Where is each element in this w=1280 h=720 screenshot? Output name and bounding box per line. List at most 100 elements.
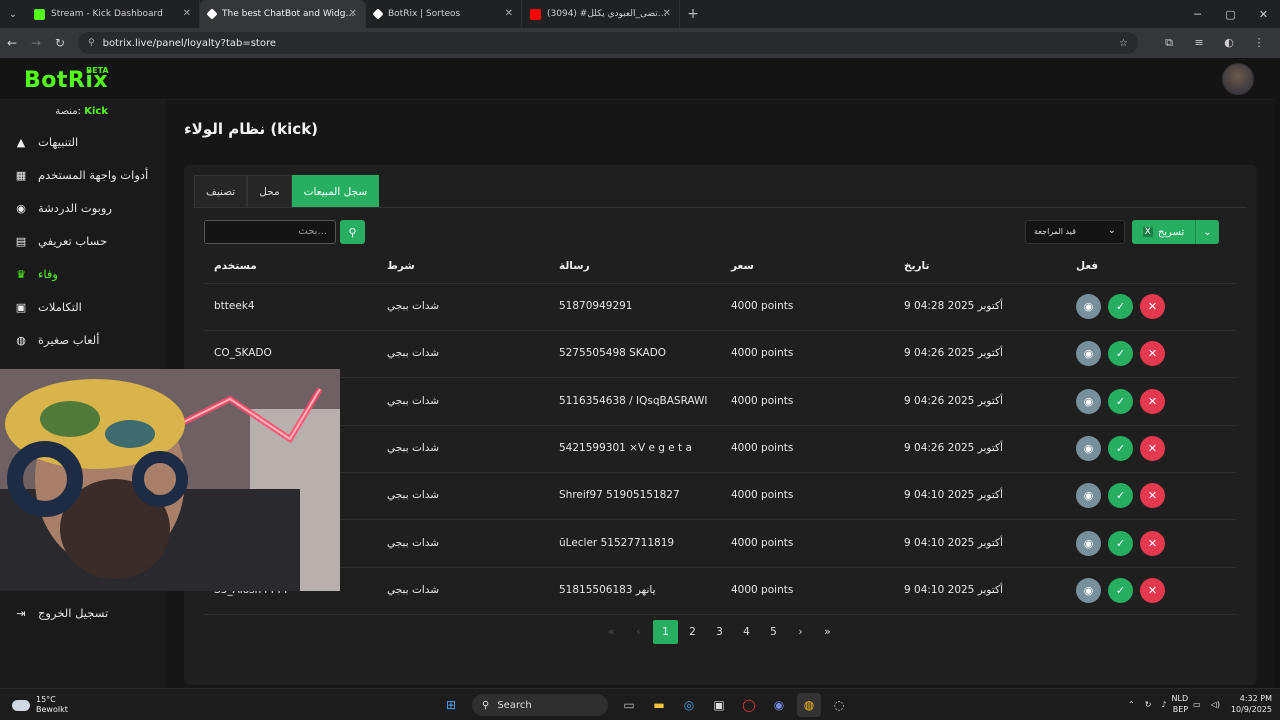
export-dropdown-button[interactable]: ⌄ bbox=[1195, 220, 1219, 244]
clock[interactable]: 4:32 PM 10/9/2025 bbox=[1231, 693, 1272, 715]
page-5[interactable]: 5 bbox=[761, 620, 786, 644]
media-icon[interactable]: ≡ bbox=[1184, 36, 1214, 50]
forward-icon[interactable]: → bbox=[24, 36, 48, 50]
reject-icon[interactable]: ✕ bbox=[1140, 388, 1165, 414]
profile-icon[interactable]: ◐ bbox=[1214, 36, 1244, 50]
page-4[interactable]: 4 bbox=[734, 620, 759, 644]
first-page-icon[interactable]: « bbox=[599, 620, 624, 644]
browser-tab-botrix[interactable]: The best ChatBot and Widgets ✕ bbox=[200, 0, 366, 28]
chevron-up-icon[interactable]: ⌃ bbox=[1128, 700, 1135, 709]
sidebar-item-profile[interactable]: حساب تعريفي ▤ bbox=[0, 226, 166, 256]
reject-icon[interactable]: ✕ bbox=[1140, 577, 1165, 603]
close-tab-icon[interactable]: ✕ bbox=[505, 8, 513, 19]
approve-icon[interactable]: ✓ bbox=[1108, 341, 1133, 367]
start-icon[interactable]: ⊞ bbox=[439, 693, 463, 717]
discord-icon[interactable]: ◉ bbox=[767, 693, 791, 717]
tab-leaderboard[interactable]: تصنيف bbox=[194, 175, 248, 207]
reject-icon[interactable]: ✕ bbox=[1140, 483, 1165, 509]
sidebar-item-label: تسجيل الخروج bbox=[38, 606, 109, 620]
opera-icon[interactable]: ◯ bbox=[737, 693, 761, 717]
cell-date: 9 أكتوبر 2025 04:28 bbox=[904, 300, 1003, 312]
search-input[interactable]: ...بحث bbox=[204, 220, 336, 244]
chrome-icon[interactable]: ◍ bbox=[797, 693, 821, 717]
sidebar-item-chatbot[interactable]: روبوت الدردشة ◉ bbox=[0, 193, 166, 223]
browser-tab-sorteos[interactable]: BotRix | Sorteos ✕ bbox=[366, 0, 522, 28]
cell-condition: شدات ببجي bbox=[387, 489, 440, 502]
page-2[interactable]: 2 bbox=[680, 620, 705, 644]
reject-icon[interactable]: ✕ bbox=[1140, 530, 1165, 556]
approve-icon[interactable]: ✓ bbox=[1108, 483, 1133, 509]
page-1[interactable]: 1 bbox=[653, 620, 678, 644]
sidebar-item-logout[interactable]: تسجيل الخروج ⇥ bbox=[0, 598, 166, 628]
search-button[interactable]: ⚲ bbox=[340, 220, 365, 244]
prev-page-icon[interactable]: ‹ bbox=[626, 620, 651, 644]
reload-icon[interactable]: ↻ bbox=[48, 36, 72, 50]
tab-sales-log[interactable]: سجل المبيعات bbox=[291, 175, 380, 207]
volume-icon[interactable]: ◁) bbox=[1211, 700, 1220, 709]
sidebar-item-alerts[interactable]: التنبيهات ▲ bbox=[0, 127, 166, 157]
approve-icon[interactable]: ✓ bbox=[1108, 577, 1133, 603]
view-icon[interactable]: ◉ bbox=[1076, 341, 1101, 367]
tab-search-icon[interactable]: ⌄ bbox=[0, 0, 26, 28]
reject-icon[interactable]: ✕ bbox=[1140, 435, 1165, 461]
new-tab-icon[interactable]: + bbox=[680, 6, 706, 22]
task-view-icon[interactable]: ▭ bbox=[617, 693, 641, 717]
user-avatar[interactable] bbox=[1222, 63, 1254, 95]
view-icon[interactable]: ◉ bbox=[1076, 530, 1101, 556]
webcam-image bbox=[0, 369, 340, 591]
view-icon[interactable]: ◉ bbox=[1076, 483, 1101, 509]
extensions-icon[interactable]: ⧉ bbox=[1154, 36, 1184, 50]
reject-icon[interactable]: ✕ bbox=[1140, 294, 1165, 319]
view-icon[interactable]: ◉ bbox=[1076, 388, 1101, 414]
close-tab-icon[interactable]: ✕ bbox=[183, 8, 191, 19]
url-field[interactable]: ⚲ botrix.live/panel/loyalty?tab=store ☆ bbox=[78, 32, 1138, 54]
platform-indicator: منصة: Kick bbox=[55, 106, 108, 117]
approve-icon[interactable]: ✓ bbox=[1108, 435, 1133, 461]
table-row: شدات ببجي ūLecler 51527711819 4000 points 9… bbox=[204, 520, 1237, 568]
store-icon[interactable]: ▣ bbox=[707, 693, 731, 717]
back-icon[interactable]: ← bbox=[0, 36, 24, 50]
close-tab-icon[interactable]: ✕ bbox=[663, 8, 671, 19]
network-icon[interactable]: ▭ bbox=[1193, 700, 1201, 709]
approve-icon[interactable]: ✓ bbox=[1108, 530, 1133, 556]
sidebar-item-loyalty[interactable]: وفاء ♛ bbox=[0, 259, 166, 289]
sidebar-item-minigames[interactable]: ألعاب صغيرة ◍ bbox=[0, 325, 166, 355]
file-explorer-icon[interactable]: ▬ bbox=[647, 693, 671, 717]
reject-icon[interactable]: ✕ bbox=[1140, 341, 1165, 367]
browser-tab-youtube[interactable]: (3094) #مرتضى_العبودي يكلل... ✕ bbox=[522, 0, 680, 28]
bookmark-star-icon[interactable]: ☆ bbox=[1119, 38, 1128, 49]
approve-icon[interactable]: ✓ bbox=[1108, 294, 1133, 319]
column-header-message: رسالة bbox=[559, 260, 590, 272]
next-page-icon[interactable]: › bbox=[788, 620, 813, 644]
view-icon[interactable]: ◉ bbox=[1076, 294, 1101, 319]
close-window-icon[interactable]: ✕ bbox=[1247, 8, 1280, 21]
browser-tab-kick[interactable]: Stream - Kick Dashboard ✕ bbox=[26, 0, 200, 28]
mic-icon[interactable]: ♪ bbox=[1161, 700, 1166, 709]
sidebar-item-widgets[interactable]: أدوات واجهة المستخدم ▦ bbox=[0, 160, 166, 190]
site-info-icon[interactable]: ⚲ bbox=[88, 38, 95, 48]
last-page-icon[interactable]: » bbox=[815, 620, 840, 644]
view-icon[interactable]: ◉ bbox=[1076, 577, 1101, 603]
page-3[interactable]: 3 bbox=[707, 620, 732, 644]
sidebar-item-label: التنبيهات bbox=[38, 135, 79, 149]
minimize-icon[interactable]: ─ bbox=[1181, 8, 1214, 21]
maximize-icon[interactable]: ▢ bbox=[1214, 8, 1247, 21]
chevron-down-icon: ⌄ bbox=[1107, 225, 1116, 236]
taskbar-search[interactable]: ⚲ Search bbox=[472, 694, 608, 716]
edge-icon[interactable]: ◎ bbox=[677, 693, 701, 717]
sidebar-item-integrations[interactable]: التكاملات ▣ bbox=[0, 292, 166, 322]
view-icon[interactable]: ◉ bbox=[1076, 435, 1101, 461]
tab-store[interactable]: محل bbox=[247, 175, 292, 207]
approve-icon[interactable]: ✓ bbox=[1108, 388, 1133, 414]
cell-condition: شدات ببجي bbox=[387, 394, 440, 407]
close-tab-icon[interactable]: ✕ bbox=[349, 8, 357, 19]
weather-widget[interactable]: 15°C Bewolkt bbox=[12, 695, 68, 715]
cell-message: 51815506183 يانهر bbox=[559, 583, 656, 596]
status-filter-select[interactable]: قيد المراجعة ⌄ bbox=[1025, 220, 1125, 244]
app-icon[interactable]: ◌ bbox=[827, 693, 851, 717]
sidebar-item-label: أدوات واجهة المستخدم bbox=[38, 168, 149, 182]
export-button[interactable]: X تسريح bbox=[1132, 220, 1195, 244]
sync-icon[interactable]: ↻ bbox=[1145, 700, 1152, 709]
language-indicator[interactable]: NLD BEP bbox=[1172, 693, 1189, 715]
menu-icon[interactable]: ⋮ bbox=[1244, 36, 1274, 50]
